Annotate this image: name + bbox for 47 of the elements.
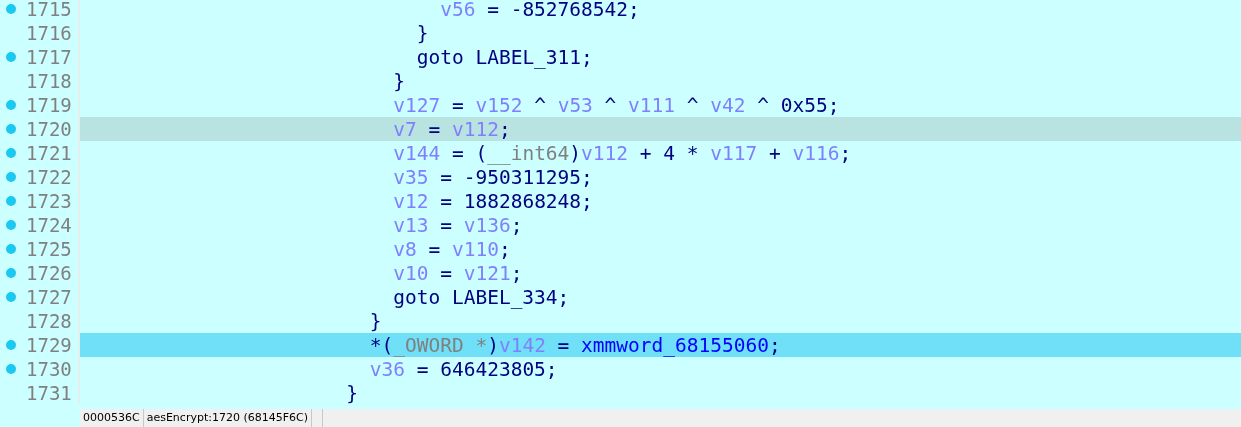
line-number: 1722 <box>26 166 72 188</box>
code-line: v12 = 1882868248; <box>392 189 594 213</box>
line-number: 1723 <box>26 190 72 212</box>
code-line: } <box>392 69 406 93</box>
breakpoint-dot-icon[interactable] <box>6 4 16 14</box>
code-line: v13 = v136; <box>392 213 524 237</box>
breakpoint-dot-icon[interactable] <box>6 292 16 302</box>
line-number: 1720 <box>26 118 72 140</box>
line-number: 1721 <box>26 142 72 164</box>
line-number: 1728 <box>26 310 72 332</box>
code-line: v10 = v121; <box>392 261 524 285</box>
code-line: v36 = 646423805; <box>368 357 559 381</box>
line-number: 1719 <box>26 94 72 116</box>
line-number: 1726 <box>26 262 72 284</box>
breakpoint-dot-icon[interactable] <box>6 196 16 206</box>
line-number: 1729 <box>26 334 72 356</box>
breakpoint-dot-icon[interactable] <box>6 148 16 158</box>
line-number: 1730 <box>26 358 72 380</box>
code-line: v8 = v110; <box>392 237 512 261</box>
line-number: 1718 <box>26 70 72 92</box>
breakpoint-dot-icon[interactable] <box>6 124 16 134</box>
line-number: 1717 <box>26 46 72 68</box>
code-line: v35 = -950311295; <box>392 165 594 189</box>
breakpoint-dot-icon[interactable] <box>6 52 16 62</box>
line-number: 1727 <box>26 286 72 308</box>
breakpoint-dot-icon[interactable] <box>6 268 16 278</box>
breakpoint-dot-icon[interactable] <box>6 364 16 374</box>
line-number: 1724 <box>26 214 72 236</box>
code-line: v56 = -852768542; <box>439 0 641 21</box>
code-line: } <box>415 21 430 45</box>
code-line: goto LABEL_311; <box>415 45 594 69</box>
breakpoint-dot-icon[interactable] <box>6 172 16 182</box>
code-line: goto LABEL_334; <box>392 285 571 309</box>
breakpoint-dot-icon[interactable] <box>6 220 16 230</box>
line-number: 1715 <box>26 0 72 20</box>
status-text: aesEncrypt:1720 (68145F6C) <box>143 409 312 427</box>
code-line: } <box>368 309 383 333</box>
code-line: v144 = (__int64)v112 + 4 * v117 + v116; <box>392 141 853 165</box>
breakpoint-dot-icon[interactable] <box>6 244 16 254</box>
line-number: 1731 <box>26 382 72 404</box>
status-text: 0000536C <box>80 409 144 427</box>
breakpoint-dot-icon[interactable] <box>6 100 16 110</box>
code-line: v127 = v152 ^ v53 ^ v111 ^ v42 ^ 0x55; <box>392 93 841 117</box>
line-number: 1716 <box>26 22 72 44</box>
code-line: } <box>345 381 359 405</box>
breakpoint-dot-icon[interactable] <box>6 340 16 350</box>
line-number: 1725 <box>26 238 72 260</box>
